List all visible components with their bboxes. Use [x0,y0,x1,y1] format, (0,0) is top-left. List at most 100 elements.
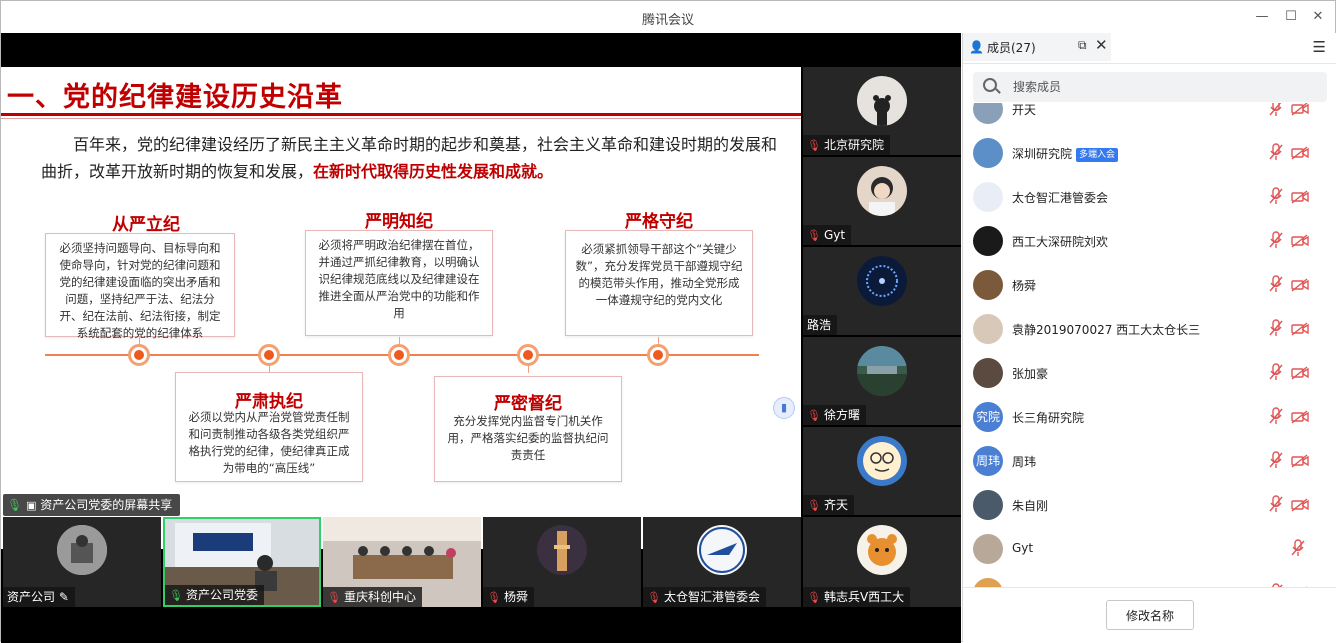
mic-muted-icon: 🎙 [807,591,821,604]
app-window: 腾讯会议 — ☐ ✕ 一、党的纪律建设历史沿革 百年来，党的纪律建设经历了新民主… [0,0,1336,643]
camera-off-icon[interactable] [1291,321,1309,336]
camera-off-icon[interactable] [1291,103,1309,116]
video-tile[interactable]: 🎙 太仓智汇港管委会 [643,517,801,607]
avatar-icon [57,525,107,575]
member-row[interactable]: 太仓智汇港管委会 [963,175,1336,219]
member-name-text: 长三角研究院 [1012,411,1085,425]
multi-device-badge: 多端入会 [1076,148,1119,162]
video-tile[interactable]: 🎙 北京研究院 [803,67,961,155]
mic-muted-icon: 🎙 [807,409,821,422]
avatar [857,525,907,575]
video-tile[interactable]: 🎙 重庆科创中心 [323,517,481,607]
tile-name: 🎙 徐方曙 [803,405,866,425]
search-input[interactable] [1013,76,1313,98]
item-box-5: 必须紧抓领导干部这个“关键少数”，充分发挥党员干部遵规守纪的模范带头作用，推动全… [565,230,753,336]
camera-off-icon[interactable] [1291,365,1309,380]
avatar-icon [866,265,898,297]
camera-off-icon[interactable] [1291,453,1309,468]
tile-name-text: 太仓智汇港管委会 [663,590,760,604]
member-avatar: 究院 [973,402,1003,432]
menu-icon[interactable]: ☰ [1313,38,1326,56]
shared-screen[interactable]: 一、党的纪律建设历史沿革 百年来，党的纪律建设经历了新民主主义革命时期的起步和奠… [1,67,801,549]
mic-muted-icon[interactable] [1269,363,1283,381]
tile-name-text: 徐方曙 [823,408,860,422]
member-name: 袁静2019070027 西工大太仓长三 [1012,321,1200,338]
camera-off-icon[interactable] [1291,497,1309,512]
share-screen-icon: ▣ [26,499,37,512]
member-row[interactable]: 张加豪 [963,351,1336,395]
member-name: 深圳研究院 多端入会 [1012,145,1119,162]
item-title-1: 从严立纪 [112,215,180,235]
tile-name: 🎙 资产公司党委 [165,585,264,605]
mic-muted-icon: 🎙 [807,229,821,242]
mic-muted-icon: 🎙 [487,591,501,604]
member-row[interactable]: 开天 [963,103,1336,131]
mic-muted-icon[interactable] [1269,407,1283,425]
avatar [857,256,907,306]
member-name: 开天 [1012,103,1036,118]
member-search[interactable] [973,72,1327,102]
item-title-3: 严明知纪 [365,212,433,232]
camera-off-icon[interactable] [1291,409,1309,424]
video-tile[interactable]: 🎙 韩志兵V西工大 [803,517,961,607]
mic-muted-icon[interactable] [1269,143,1283,161]
mic-muted-icon[interactable] [1269,103,1283,117]
item-title-4: 严密督纪 [494,394,562,414]
popout-icon[interactable]: ⧉ [1078,38,1087,53]
tiger-icon [867,534,897,566]
video-tile[interactable]: 路浩 [803,247,961,335]
tile-name-text: 重庆科创中心 [343,590,416,604]
tile-name: 🎙 北京研究院 [803,135,890,155]
divider [963,587,1336,588]
edit-icon[interactable]: ✎ [59,590,69,604]
minimize-button[interactable]: — [1251,7,1273,27]
video-tile-active[interactable]: 🎙 资产公司党委 [163,517,321,607]
close-button[interactable]: ✕ [1307,7,1329,27]
video-tile[interactable]: 🎙 徐方曙 [803,337,961,425]
mic-muted-icon: 🎙 [647,591,661,604]
member-row[interactable]: 朱自刚 [963,483,1336,527]
slide-intro: 百年来，党的纪律建设经历了新民主主义革命时期的起步和奠基，社会主义革命和建设时期… [41,131,781,185]
tile-name-text: 资产公司党委 [185,588,258,602]
member-row[interactable]: 深圳研究院 多端入会 [963,131,1336,175]
video-tile[interactable]: 资产公司 ✎ [3,517,161,607]
member-row[interactable]: 究院 长三角研究院 [963,395,1336,439]
member-name: Gyt [1012,541,1033,555]
mic-muted-icon[interactable] [1269,451,1283,469]
camera-off-icon[interactable] [1291,189,1309,204]
avatar-icon [873,95,891,126]
member-row[interactable]: 西工大深研院刘欢 [963,219,1336,263]
mic-muted-icon[interactable] [1291,539,1305,557]
mic-muted-icon[interactable] [1269,231,1283,249]
mic-muted-icon[interactable] [1269,187,1283,205]
member-row[interactable]: 周玮 周玮 [963,439,1336,483]
mic-muted-icon[interactable] [1269,319,1283,337]
camera-off-icon[interactable] [1291,233,1309,248]
member-list: 开天深圳研究院 多端入会太仓智汇港管委会 西工大深研院刘欢杨舜袁静201907002… [963,103,1336,587]
member-row[interactable]: 杨舜 [963,263,1336,307]
member-name: 杨舜 [1012,277,1036,294]
video-tile[interactable]: 🎙 齐天 [803,427,961,515]
timeline-node [517,344,539,366]
camera-off-icon[interactable] [1291,277,1309,292]
close-panel-icon[interactable]: ✕ [1095,36,1108,54]
rename-button[interactable]: 修改名称 [1106,600,1194,630]
member-name: 张加豪 [1012,365,1048,382]
maximize-button[interactable]: ☐ [1280,7,1302,27]
member-avatar [973,226,1003,256]
members-tab[interactable]: 👤 成员(27) ⧉ ✕ [963,33,1111,63]
member-row[interactable]: 韩志兵V西工大 [963,571,1336,587]
mic-muted-icon[interactable] [1269,275,1283,293]
mic-muted-icon[interactable] [1269,495,1283,513]
mic-muted-icon: 🎙 [807,499,821,512]
video-tile[interactable]: 🎙 Gyt [803,157,961,245]
slide-toolbar-icon[interactable]: ▮ [773,397,795,419]
camera-off-icon[interactable] [1291,145,1309,160]
member-row[interactable]: Gyt [963,527,1336,571]
video-tile[interactable]: 🎙 杨舜 [483,517,641,607]
member-name: 周玮 [1012,453,1036,470]
tile-name: 🎙 韩志兵V西工大 [803,587,911,607]
member-avatar [973,270,1003,300]
member-name-text: 袁静2019070027 西工大太仓长三 [1012,323,1201,337]
member-row[interactable]: 袁静2019070027 西工大太仓长三 [963,307,1336,351]
